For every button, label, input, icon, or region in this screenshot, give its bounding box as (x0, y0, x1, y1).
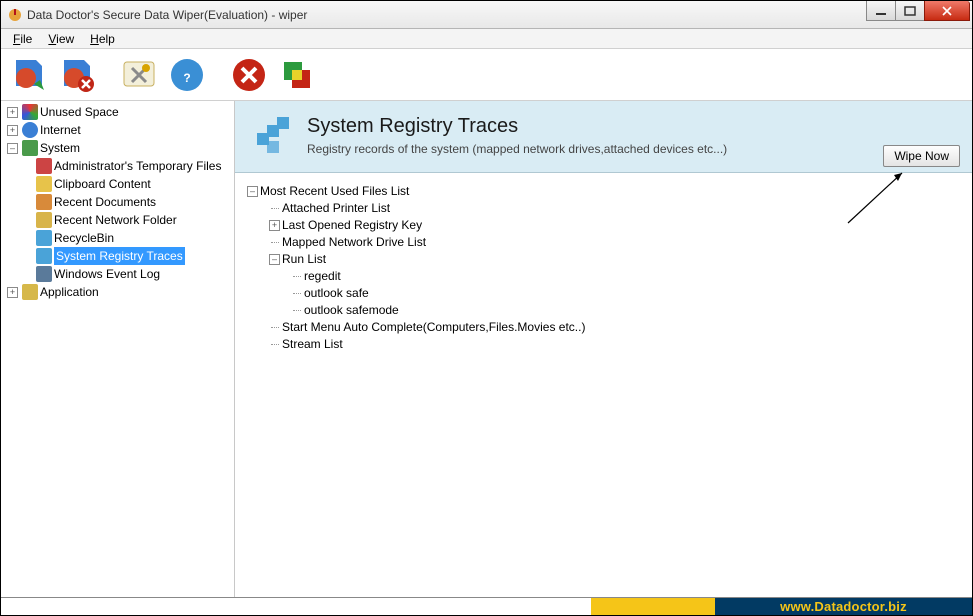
registry-icon (253, 115, 293, 155)
tree-node[interactable]: +Internet (5, 121, 232, 139)
menu-view[interactable]: View (40, 30, 82, 48)
detail-node[interactable]: outlook safe (291, 285, 966, 302)
detail-label: outlook safe (304, 285, 369, 302)
node-icon (36, 194, 52, 210)
tree-node[interactable]: Administrator's Temporary Files (19, 157, 232, 175)
node-label: Application (40, 283, 99, 301)
window-controls (867, 1, 970, 21)
menu-file[interactable]: File (5, 30, 40, 48)
node-label: Internet (40, 121, 81, 139)
toolbar: ? (1, 49, 972, 101)
tree-node[interactable]: System Registry Traces (19, 247, 232, 265)
banner-title: System Registry Traces (307, 115, 727, 138)
detail-label: Mapped Network Drive List (282, 234, 426, 251)
toolbar-btn-stop[interactable] (227, 53, 271, 97)
minimize-button[interactable] (866, 1, 896, 21)
wipe-now-button[interactable]: Wipe Now (883, 145, 960, 167)
tree-node[interactable]: +Unused Space (5, 103, 232, 121)
node-icon (22, 140, 38, 156)
node-label: RecycleBin (54, 229, 114, 247)
menu-bar: File View Help (1, 29, 972, 49)
node-icon (36, 230, 52, 246)
node-label: Recent Documents (54, 193, 156, 211)
tree-node[interactable]: –System (5, 139, 232, 157)
close-button[interactable] (924, 1, 970, 21)
node-label: System (40, 139, 80, 157)
detail-node[interactable]: Stream List (269, 336, 966, 353)
detail-node[interactable]: –Most Recent Used Files List (247, 183, 966, 200)
tree-node[interactable]: Recent Documents (19, 193, 232, 211)
node-label: Recent Network Folder (54, 211, 177, 229)
node-icon (22, 104, 38, 120)
detail-node[interactable]: outlook safemode (291, 302, 966, 319)
node-label: System Registry Traces (54, 247, 185, 265)
footer-url: www.Datadoctor.biz (715, 597, 972, 615)
detail-node[interactable]: Start Menu Auto Complete(Computers,Files… (269, 319, 966, 336)
tree-node[interactable]: RecycleBin (19, 229, 232, 247)
node-icon (36, 266, 52, 282)
detail-label: regedit (304, 268, 341, 285)
banner: System Registry Traces Registry records … (235, 101, 972, 173)
detail-node[interactable]: Mapped Network Drive List (269, 234, 966, 251)
detail-node[interactable]: Attached Printer List (269, 200, 966, 217)
node-icon (36, 176, 52, 192)
menu-help[interactable]: Help (82, 30, 123, 48)
detail-label: Run List (282, 251, 326, 268)
node-icon (22, 122, 38, 138)
detail-label: Last Opened Registry Key (282, 217, 422, 234)
detail-label: Most Recent Used Files List (260, 183, 409, 200)
node-label: Windows Event Log (54, 265, 160, 283)
tree-node[interactable]: +Application (5, 283, 232, 301)
banner-subtitle: Registry records of the system (mapped n… (307, 142, 727, 156)
sidebar-tree[interactable]: +Unused Space+Internet–SystemAdministrat… (1, 101, 235, 597)
title-bar: Data Doctor's Secure Data Wiper(Evaluati… (1, 1, 972, 29)
detail-node[interactable]: +Last Opened Registry Key (269, 217, 966, 234)
detail-label: outlook safemode (304, 302, 399, 319)
toolbar-btn-overlap[interactable] (275, 53, 319, 97)
toolbar-btn-help[interactable]: ? (165, 53, 209, 97)
node-label: Administrator's Temporary Files (54, 157, 221, 175)
tree-node[interactable]: Windows Event Log (19, 265, 232, 283)
detail-node[interactable]: –Run List (269, 251, 966, 268)
tree-node[interactable]: Recent Network Folder (19, 211, 232, 229)
detail-label: Start Menu Auto Complete(Computers,Files… (282, 319, 585, 336)
app-icon (7, 7, 23, 23)
toolbar-btn-2[interactable] (55, 53, 99, 97)
details-tree[interactable]: –Most Recent Used Files ListAttached Pri… (235, 173, 972, 363)
toolbar-btn-1[interactable] (7, 53, 51, 97)
node-icon (36, 248, 52, 264)
detail-node[interactable]: regedit (291, 268, 966, 285)
node-icon (36, 212, 52, 228)
tree-node[interactable]: Clipboard Content (19, 175, 232, 193)
node-label: Unused Space (40, 103, 119, 121)
window-title: Data Doctor's Secure Data Wiper(Evaluati… (27, 8, 307, 22)
footer: www.Datadoctor.biz (1, 597, 972, 615)
detail-label: Stream List (282, 336, 343, 353)
node-label: Clipboard Content (54, 175, 151, 193)
toolbar-btn-settings[interactable] (117, 53, 161, 97)
detail-label: Attached Printer List (282, 200, 390, 217)
node-icon (36, 158, 52, 174)
maximize-button[interactable] (895, 1, 925, 21)
svg-text:?: ? (183, 71, 190, 85)
node-icon (22, 284, 38, 300)
